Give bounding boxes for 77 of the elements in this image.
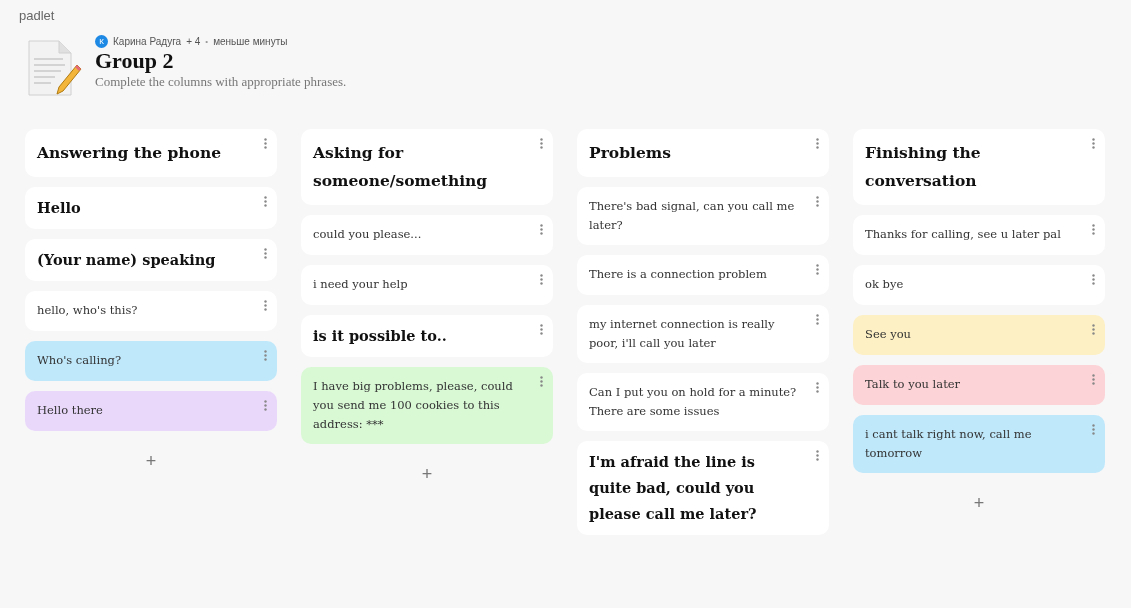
post-card[interactable]: There's bad signal, can you call me later? — [577, 187, 829, 245]
post-card[interactable]: i need your help — [301, 265, 553, 305]
separator-dot: • — [205, 37, 209, 46]
more-options-icon[interactable] — [1092, 138, 1095, 149]
post-text: i cant talk right now, call me tomorrow — [865, 426, 1033, 462]
column-title: Finishing the conversation — [865, 142, 982, 192]
more-options-icon[interactable] — [264, 300, 267, 311]
more-options-icon[interactable] — [1092, 224, 1095, 235]
more-options-icon[interactable] — [264, 400, 267, 411]
post-card[interactable]: Hello there — [25, 391, 277, 431]
post-text: Hello there — [37, 402, 103, 419]
more-options-icon[interactable] — [540, 376, 543, 387]
post-text: Can I put you on hold for a minute? There are some issues — [589, 384, 798, 420]
more-options-icon[interactable] — [816, 314, 819, 325]
post-card[interactable]: See you — [853, 315, 1105, 355]
more-options-icon[interactable] — [264, 350, 267, 361]
more-options-icon[interactable] — [540, 138, 543, 149]
post-card[interactable]: There is a connection problem — [577, 255, 829, 295]
post-card[interactable]: Hello — [25, 187, 277, 229]
more-options-icon[interactable] — [1092, 324, 1095, 335]
post-card[interactable]: my internet connection is really poor, i'll call you later — [577, 305, 829, 363]
more-options-icon[interactable] — [816, 264, 819, 275]
post-text: I have big problems, please, could you send me 100 cookies to this address: *** — [313, 378, 514, 433]
add-post-button[interactable]: + — [965, 491, 993, 516]
post-text: (Your name) speaking — [37, 250, 216, 270]
post-text: ok bye — [865, 276, 904, 293]
more-options-icon[interactable] — [540, 324, 543, 335]
more-options-icon[interactable] — [1092, 374, 1095, 385]
more-options-icon[interactable] — [264, 196, 267, 207]
post-text: See you — [865, 326, 911, 343]
post-text: my internet connection is really poor, i'll call you later — [589, 316, 776, 352]
column-title: Asking for someone/something — [313, 142, 489, 192]
post-card[interactable]: Thanks for calling, see u later pal — [853, 215, 1105, 255]
post-card[interactable]: could you please... — [301, 215, 553, 255]
post-text: i need your help — [313, 276, 408, 293]
post-card[interactable]: i cant talk right now, call me tomorrow — [853, 415, 1105, 473]
avatar: К — [95, 35, 108, 48]
brand-name[interactable]: padlet — [19, 8, 1131, 23]
add-post-button[interactable]: + — [137, 449, 165, 474]
post-card[interactable]: I have big problems, please, could you send me 100 cookies to this address: *** — [301, 367, 553, 444]
contributors-count: + 4 — [186, 36, 201, 47]
post-text: There is a connection problem — [589, 266, 767, 283]
more-options-icon[interactable] — [816, 196, 819, 207]
more-options-icon[interactable] — [540, 224, 543, 235]
more-options-icon[interactable] — [816, 138, 819, 149]
column-title: Problems — [589, 142, 671, 164]
post-text: There's bad signal, can you call me later? — [589, 198, 796, 234]
more-options-icon[interactable] — [816, 382, 819, 393]
more-options-icon[interactable] — [816, 450, 819, 461]
post-text: is it possible to.. — [313, 326, 447, 346]
post-card[interactable]: ok bye — [853, 265, 1105, 305]
post-card[interactable]: I'm afraid the line is quite bad, could you please call me later? — [577, 441, 829, 535]
post-text: Who's calling? — [37, 352, 122, 369]
document-pencil-icon — [25, 39, 83, 99]
column-title: Answering the phone — [37, 142, 222, 164]
timestamp: меньше минуты — [213, 36, 288, 47]
author-name: Карина Радуга — [113, 36, 182, 47]
post-card[interactable]: hello, who's this? — [25, 291, 277, 331]
more-options-icon[interactable] — [1092, 274, 1095, 285]
post-text: Hello — [37, 198, 81, 218]
post-card[interactable]: (Your name) speaking — [25, 239, 277, 281]
post-card[interactable]: is it possible to.. — [301, 315, 553, 357]
post-text: Talk to you later — [865, 376, 961, 393]
add-post-button[interactable]: + — [413, 462, 441, 487]
more-options-icon[interactable] — [264, 248, 267, 259]
post-text: hello, who's this? — [37, 302, 138, 319]
post-text: I'm afraid the line is quite bad, could you please call me later? — [589, 452, 758, 524]
board-description: Complete the columns with appropriate phrases. — [95, 74, 347, 90]
post-text: could you please... — [313, 226, 422, 243]
post-text: Thanks for calling, see u later pal — [865, 226, 1061, 243]
post-card[interactable]: Talk to you later — [853, 365, 1105, 405]
more-options-icon[interactable] — [264, 138, 267, 149]
board-title: Group 2 — [95, 48, 175, 74]
post-card[interactable]: Can I put you on hold for a minute? There are some issues — [577, 373, 829, 431]
post-card[interactable]: Who's calling? — [25, 341, 277, 381]
more-options-icon[interactable] — [540, 274, 543, 285]
more-options-icon[interactable] — [1092, 424, 1095, 435]
